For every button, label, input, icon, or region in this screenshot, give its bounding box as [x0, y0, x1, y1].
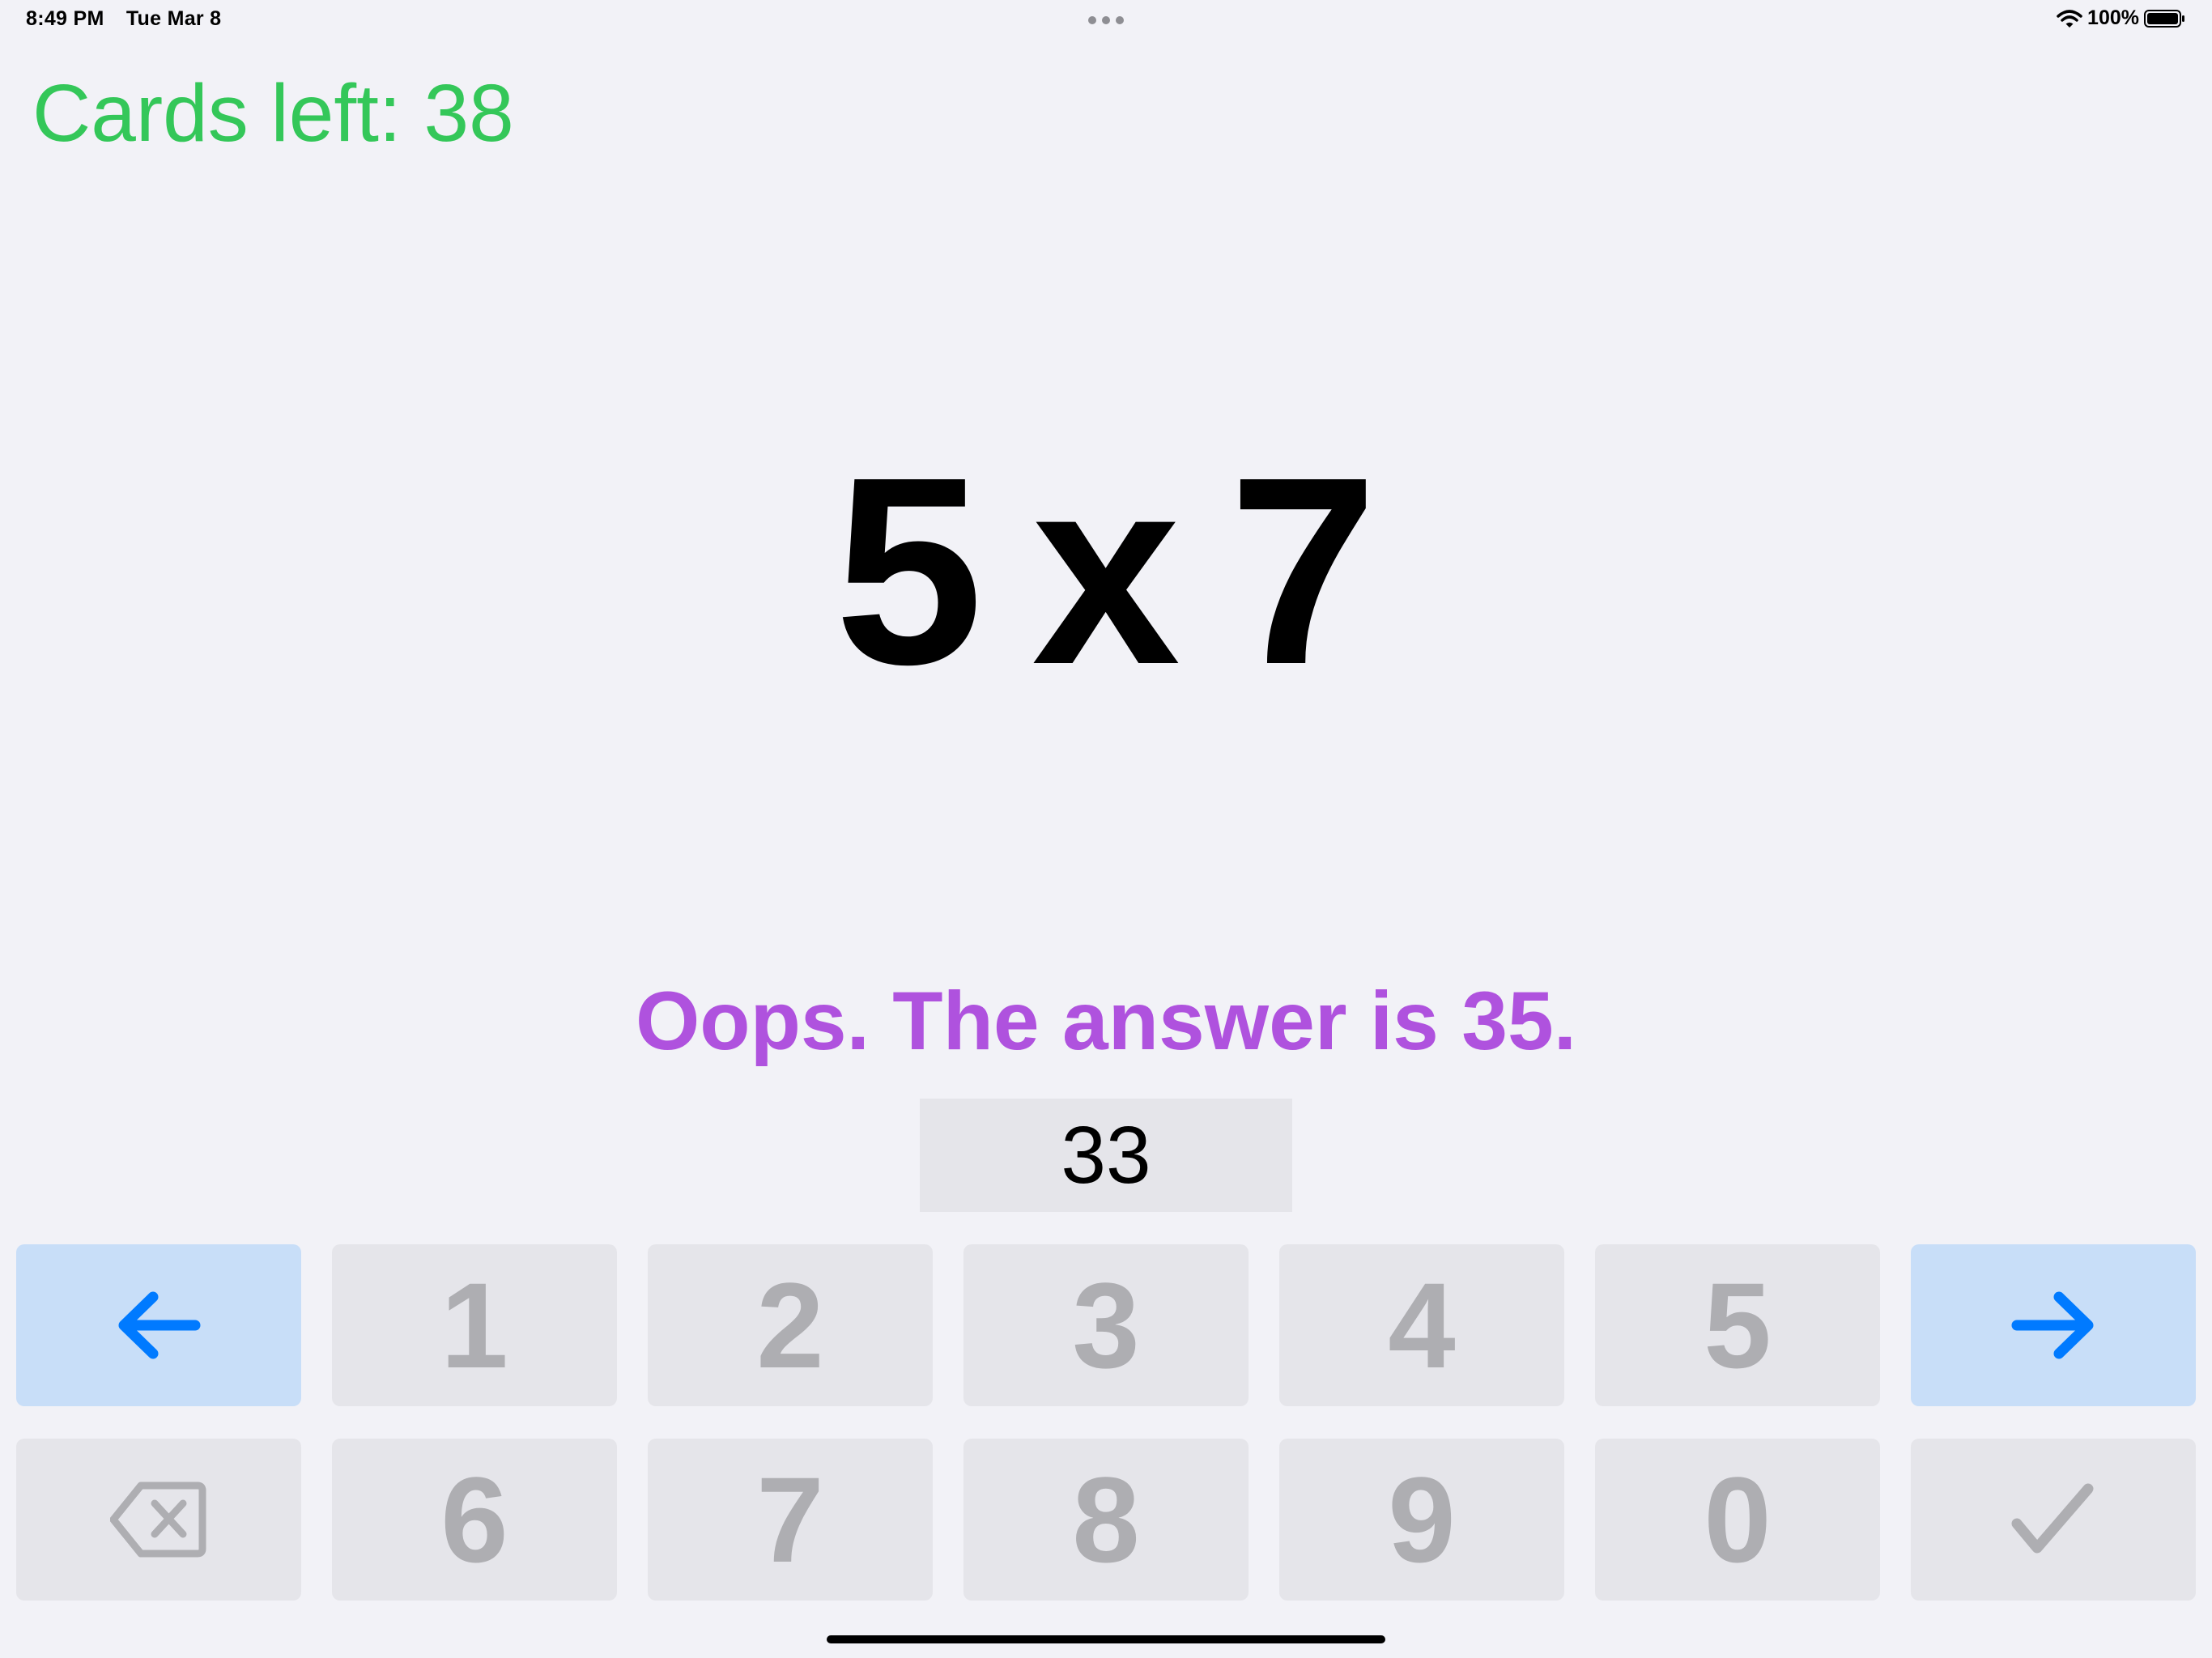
feedback-message: Oops. The answer is 35.	[635, 975, 1577, 1067]
problem-operator: x	[1032, 421, 1180, 720]
battery-percent: 100%	[2087, 6, 2139, 29]
status-bar: 8:49 PM Tue Mar 8 100%	[0, 0, 2212, 39]
key-3[interactable]: 3	[963, 1244, 1249, 1406]
key-2[interactable]: 2	[648, 1244, 933, 1406]
key-9[interactable]: 9	[1279, 1439, 1564, 1601]
status-right: 100%	[2057, 6, 2186, 30]
cards-left-counter: Cards left: 38	[32, 68, 514, 159]
previous-card-button[interactable]	[16, 1244, 301, 1406]
arrow-left-icon	[118, 1291, 201, 1359]
status-date: Tue Mar 8	[125, 7, 222, 30]
key-4[interactable]: 4	[1279, 1244, 1564, 1406]
checkmark-icon	[2011, 1483, 2094, 1554]
key-8[interactable]: 8	[963, 1439, 1249, 1601]
multitasking-dots-icon[interactable]	[1088, 16, 1124, 24]
key-0[interactable]: 0	[1595, 1439, 1880, 1601]
key-7[interactable]: 7	[648, 1439, 933, 1601]
arrow-right-icon	[2011, 1291, 2094, 1359]
key-1[interactable]: 1	[332, 1244, 617, 1406]
next-card-button[interactable]	[1911, 1244, 2196, 1406]
multiplication-problem: 5x7	[0, 437, 2212, 704]
key-5[interactable]: 5	[1595, 1244, 1880, 1406]
backspace-icon	[110, 1482, 206, 1558]
battery-icon	[2144, 9, 2184, 28]
wifi-icon	[2057, 9, 2082, 28]
key-6[interactable]: 6	[332, 1439, 617, 1601]
problem-left-operand: 5	[834, 421, 984, 720]
status-time: 8:49 PM	[26, 7, 104, 30]
status-left: 8:49 PM Tue Mar 8	[26, 7, 237, 31]
home-indicator[interactable]	[827, 1635, 1385, 1643]
answer-field[interactable]: 33	[920, 1099, 1292, 1212]
delete-button[interactable]	[16, 1439, 301, 1601]
problem-right-operand: 7	[1228, 421, 1378, 720]
submit-button[interactable]	[1911, 1439, 2196, 1601]
